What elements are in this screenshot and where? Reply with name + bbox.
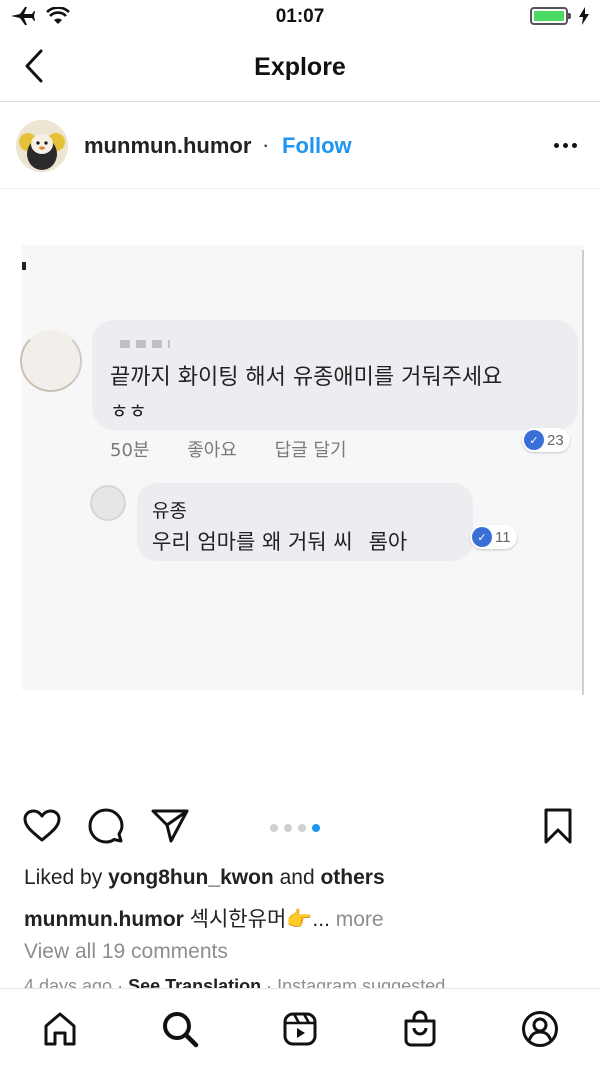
comment-meta: 50분 좋아요 답글 달기 (110, 436, 379, 462)
reply-like-badge: ✓ 11 (470, 525, 517, 549)
blurred-commenter-name (120, 340, 170, 348)
more-dot (562, 142, 568, 148)
liked-by-prefix: Liked by (24, 866, 109, 889)
tab-profile[interactable] (518, 1007, 562, 1051)
page-title: Explore (254, 53, 346, 81)
status-right (530, 7, 590, 25)
post-meta-line: 4 days ago · See Translation · Instagram… (24, 976, 445, 988)
status-bar: 01:07 (0, 0, 600, 34)
comment-reply-link: 답글 달기 (274, 440, 347, 461)
more-dot (553, 142, 559, 148)
share-button[interactable] (150, 806, 190, 846)
pager-dot (312, 824, 320, 832)
caption-more-link[interactable]: more (330, 908, 384, 931)
reply-avatar (90, 485, 126, 521)
charging-bolt-icon (579, 7, 589, 25)
tab-bar (0, 988, 600, 1067)
post-header: munmun.humor · Follow (0, 103, 600, 189)
shop-icon (404, 1010, 436, 1047)
save-button[interactable] (538, 806, 578, 846)
suggested-label: · Instagram suggested (261, 976, 446, 988)
comment-button[interactable] (86, 806, 126, 846)
home-icon (44, 1012, 76, 1046)
pager-dot (270, 824, 278, 832)
comment-text-line2: ㅎㅎ (110, 399, 147, 423)
battery-icon (530, 7, 571, 25)
reply-text-part2: 롬아 (368, 530, 408, 554)
comment-icon (88, 808, 124, 844)
caption-username[interactable]: munmun.humor (24, 908, 184, 931)
status-time: 01:07 (275, 6, 325, 27)
reels-icon (283, 1012, 317, 1046)
like-button[interactable] (22, 806, 62, 846)
liked-by-others[interactable]: others (320, 866, 384, 889)
reply-text: 우리 엄마를 왜 거둬 씨 롬아 (152, 526, 407, 556)
heart-icon (23, 809, 61, 842)
avatar[interactable] (16, 120, 68, 172)
tab-shop[interactable] (398, 1007, 442, 1051)
profile-icon (522, 1011, 558, 1047)
screenshot-corner-mark (22, 262, 26, 270)
liked-by-user[interactable]: yong8hun_kwon (108, 866, 274, 889)
paper-plane-icon (151, 809, 189, 843)
search-icon (163, 1012, 199, 1048)
post-image[interactable]: 끝까지 화이팅 해서 유종애미를 거둬주세요 ㅎㅎ 50분 좋아요 답글 달기 … (0, 190, 600, 790)
more-options-button[interactable] (550, 135, 580, 155)
comment-time: 50분 (110, 440, 150, 461)
post-caption: munmun.humor 섹시한유머👉... more (24, 903, 384, 933)
avatar-image (16, 120, 68, 172)
nav-bar: Explore (0, 34, 600, 102)
comment-like-link: 좋아요 (187, 440, 237, 461)
tab-search[interactable] (158, 1007, 202, 1051)
comment-avatar (20, 330, 82, 392)
comment-text: 끝까지 화이팅 해서 유종애미를 거둬주세요 (110, 365, 503, 390)
thumbs-up-icon: ✓ (524, 430, 544, 450)
reply-like-count: 11 (495, 528, 511, 546)
liked-by-and: and (273, 866, 321, 889)
caption-text: 섹시한유머👉... (183, 908, 330, 931)
comment-like-count: 23 (547, 431, 564, 449)
follow-button[interactable]: Follow (282, 133, 352, 159)
post-username[interactable]: munmun.humor (84, 133, 251, 159)
thumbs-up-icon: ✓ (472, 527, 492, 547)
post-time: 4 days ago · (24, 976, 129, 988)
bookmark-icon (544, 808, 572, 844)
tab-home[interactable] (38, 1007, 82, 1051)
tab-reels[interactable] (278, 1007, 322, 1051)
screenshot-edge-line (582, 250, 584, 695)
see-translation-link[interactable]: See Translation (128, 976, 261, 988)
separator-dot: · (262, 132, 270, 157)
comment-like-badge: ✓ 23 (522, 428, 570, 452)
view-comments-link[interactable]: View all 19 comments (24, 940, 228, 964)
reply-author: 유종 (152, 500, 187, 522)
reply-text-part1: 우리 엄마를 왜 거둬 씨 (152, 530, 353, 554)
post-actions (0, 806, 600, 850)
more-dot (571, 142, 577, 148)
comment-screenshot (22, 245, 584, 690)
battery-fill (534, 11, 564, 21)
pager-dot (284, 824, 292, 832)
carousel-pager (270, 824, 320, 832)
pager-dot (298, 824, 306, 832)
liked-by-text: Liked by yong8hun_kwon and others (24, 866, 385, 890)
